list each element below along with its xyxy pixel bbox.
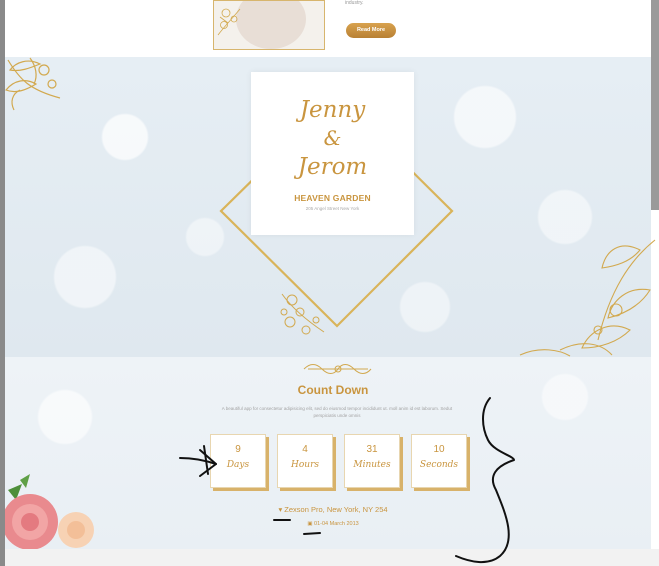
countdown-days: 9 Days — [210, 434, 266, 488]
countdown-hours: 4 Hours — [277, 434, 333, 488]
read-more-button[interactable]: Read More — [346, 23, 396, 38]
left-floral-ornament — [5, 57, 61, 111]
page-screenshot: industry. Read More Jenny & Jerom HEAVEN… — [0, 0, 659, 566]
countdown-label: Hours — [291, 460, 319, 470]
countdown-seconds: 10 Seconds — [411, 434, 467, 488]
countdown-value: 9 — [235, 444, 241, 455]
invitation-card: Jenny & Jerom HEAVEN GARDEN 205 Angel St… — [251, 72, 414, 235]
date-text: 01-04 March 2013 — [314, 521, 359, 527]
gold-floral-ornament — [217, 8, 241, 36]
countdown-value: 31 — [366, 444, 378, 455]
bride-name: Jenny — [299, 97, 366, 123]
countdown-value: 10 — [433, 444, 445, 455]
rose-decoration — [2, 474, 94, 550]
photo-subject — [236, 1, 306, 49]
countdown-description: A beautiful app for consectetur adipisic… — [221, 406, 453, 418]
groom-name: Jerom — [297, 154, 368, 180]
countdown-minutes: 31 Minutes — [344, 434, 400, 488]
location-pin-icon: ▾ — [278, 505, 283, 514]
countdown-label: Seconds — [419, 460, 459, 470]
leaf — [20, 474, 30, 488]
ampersand: & — [323, 126, 342, 150]
venue-name: HEAVEN GARDEN — [294, 193, 371, 203]
left-edge — [0, 0, 5, 566]
right-floral-ornament — [519, 239, 656, 357]
countdown-title: Count Down — [297, 383, 369, 397]
countdown-label: Days — [226, 460, 250, 470]
couple-photo — [213, 0, 325, 50]
calendar-icon: ▣ — [307, 521, 313, 527]
about-section: industry. Read More — [5, 0, 651, 57]
about-text: industry. — [345, 0, 364, 6]
diamond-floral-bottom — [280, 293, 325, 335]
title-divider-ornament — [303, 364, 372, 374]
countdown-label: Minutes — [353, 460, 391, 470]
location-text: Zexson Pro, New York, NY 254 — [284, 505, 388, 514]
right-edge — [651, 0, 659, 210]
venue-address: 205 Angel Street New York — [305, 206, 360, 211]
countdown-value: 4 — [302, 444, 308, 455]
bottom-strip — [0, 549, 659, 566]
